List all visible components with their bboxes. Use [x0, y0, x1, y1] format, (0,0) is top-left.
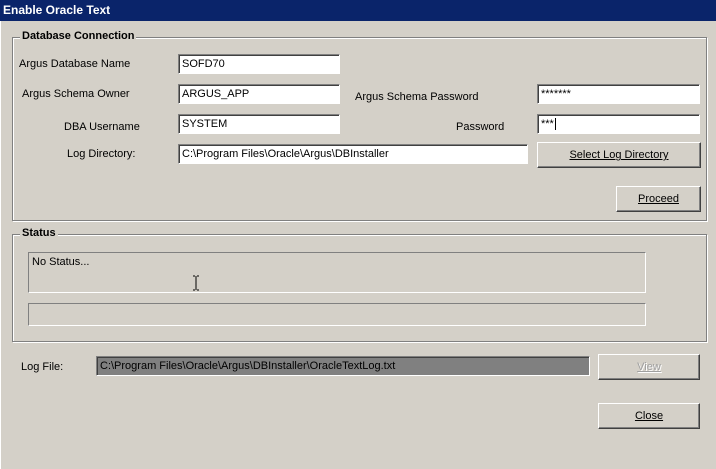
schema-password-input[interactable]: ******* — [537, 84, 700, 104]
log-directory-label: Log Directory: — [67, 148, 136, 160]
db-name-value: SOFD70 — [182, 58, 225, 70]
log-directory-input[interactable]: C:\Program Files\Oracle\Argus\DBInstalle… — [178, 144, 528, 164]
log-file-path-field: C:\Program Files\Oracle\Argus\DBInstalle… — [96, 356, 590, 376]
proceed-button[interactable]: Proceed — [616, 186, 701, 212]
password-value: *** — [541, 118, 554, 130]
select-log-directory-button[interactable]: Select Log Directory — [537, 142, 701, 168]
window-title: Enable Oracle Text — [0, 0, 716, 21]
dialog-body: Database Connection Argus Database Name … — [0, 21, 716, 469]
password-label: Password — [456, 121, 505, 133]
text-caret — [554, 118, 556, 131]
log-file-label: Log File: — [21, 361, 64, 373]
status-progress-box — [28, 303, 646, 326]
dba-username-label: DBA Username — [64, 121, 140, 133]
database-connection-legend: Database Connection — [20, 30, 137, 42]
close-button[interactable]: Close — [598, 403, 700, 429]
schema-password-label: Argus Schema Password — [355, 91, 479, 103]
db-name-label: Argus Database Name — [19, 58, 131, 70]
status-message-box: No Status... — [28, 252, 646, 293]
view-button[interactable]: View — [598, 354, 700, 380]
dba-username-value: SYSTEM — [182, 118, 228, 130]
status-legend: Status — [20, 227, 58, 239]
db-name-input[interactable]: SOFD70 — [178, 54, 340, 74]
schema-owner-value: ARGUS_APP — [182, 88, 250, 100]
log-file-path-value: C:\Program Files\Oracle\Argus\DBInstalle… — [100, 360, 396, 372]
schema-owner-label: Argus Schema Owner — [22, 88, 130, 100]
schema-owner-input[interactable]: ARGUS_APP — [178, 84, 340, 104]
status-text: No Status... — [32, 256, 90, 268]
schema-password-value: ******* — [541, 88, 571, 100]
log-directory-value: C:\Program Files\Oracle\Argus\DBInstalle… — [182, 148, 389, 160]
dba-username-input[interactable]: SYSTEM — [178, 114, 340, 134]
password-input[interactable]: *** — [537, 114, 700, 134]
ibeam-cursor-icon — [193, 275, 199, 291]
